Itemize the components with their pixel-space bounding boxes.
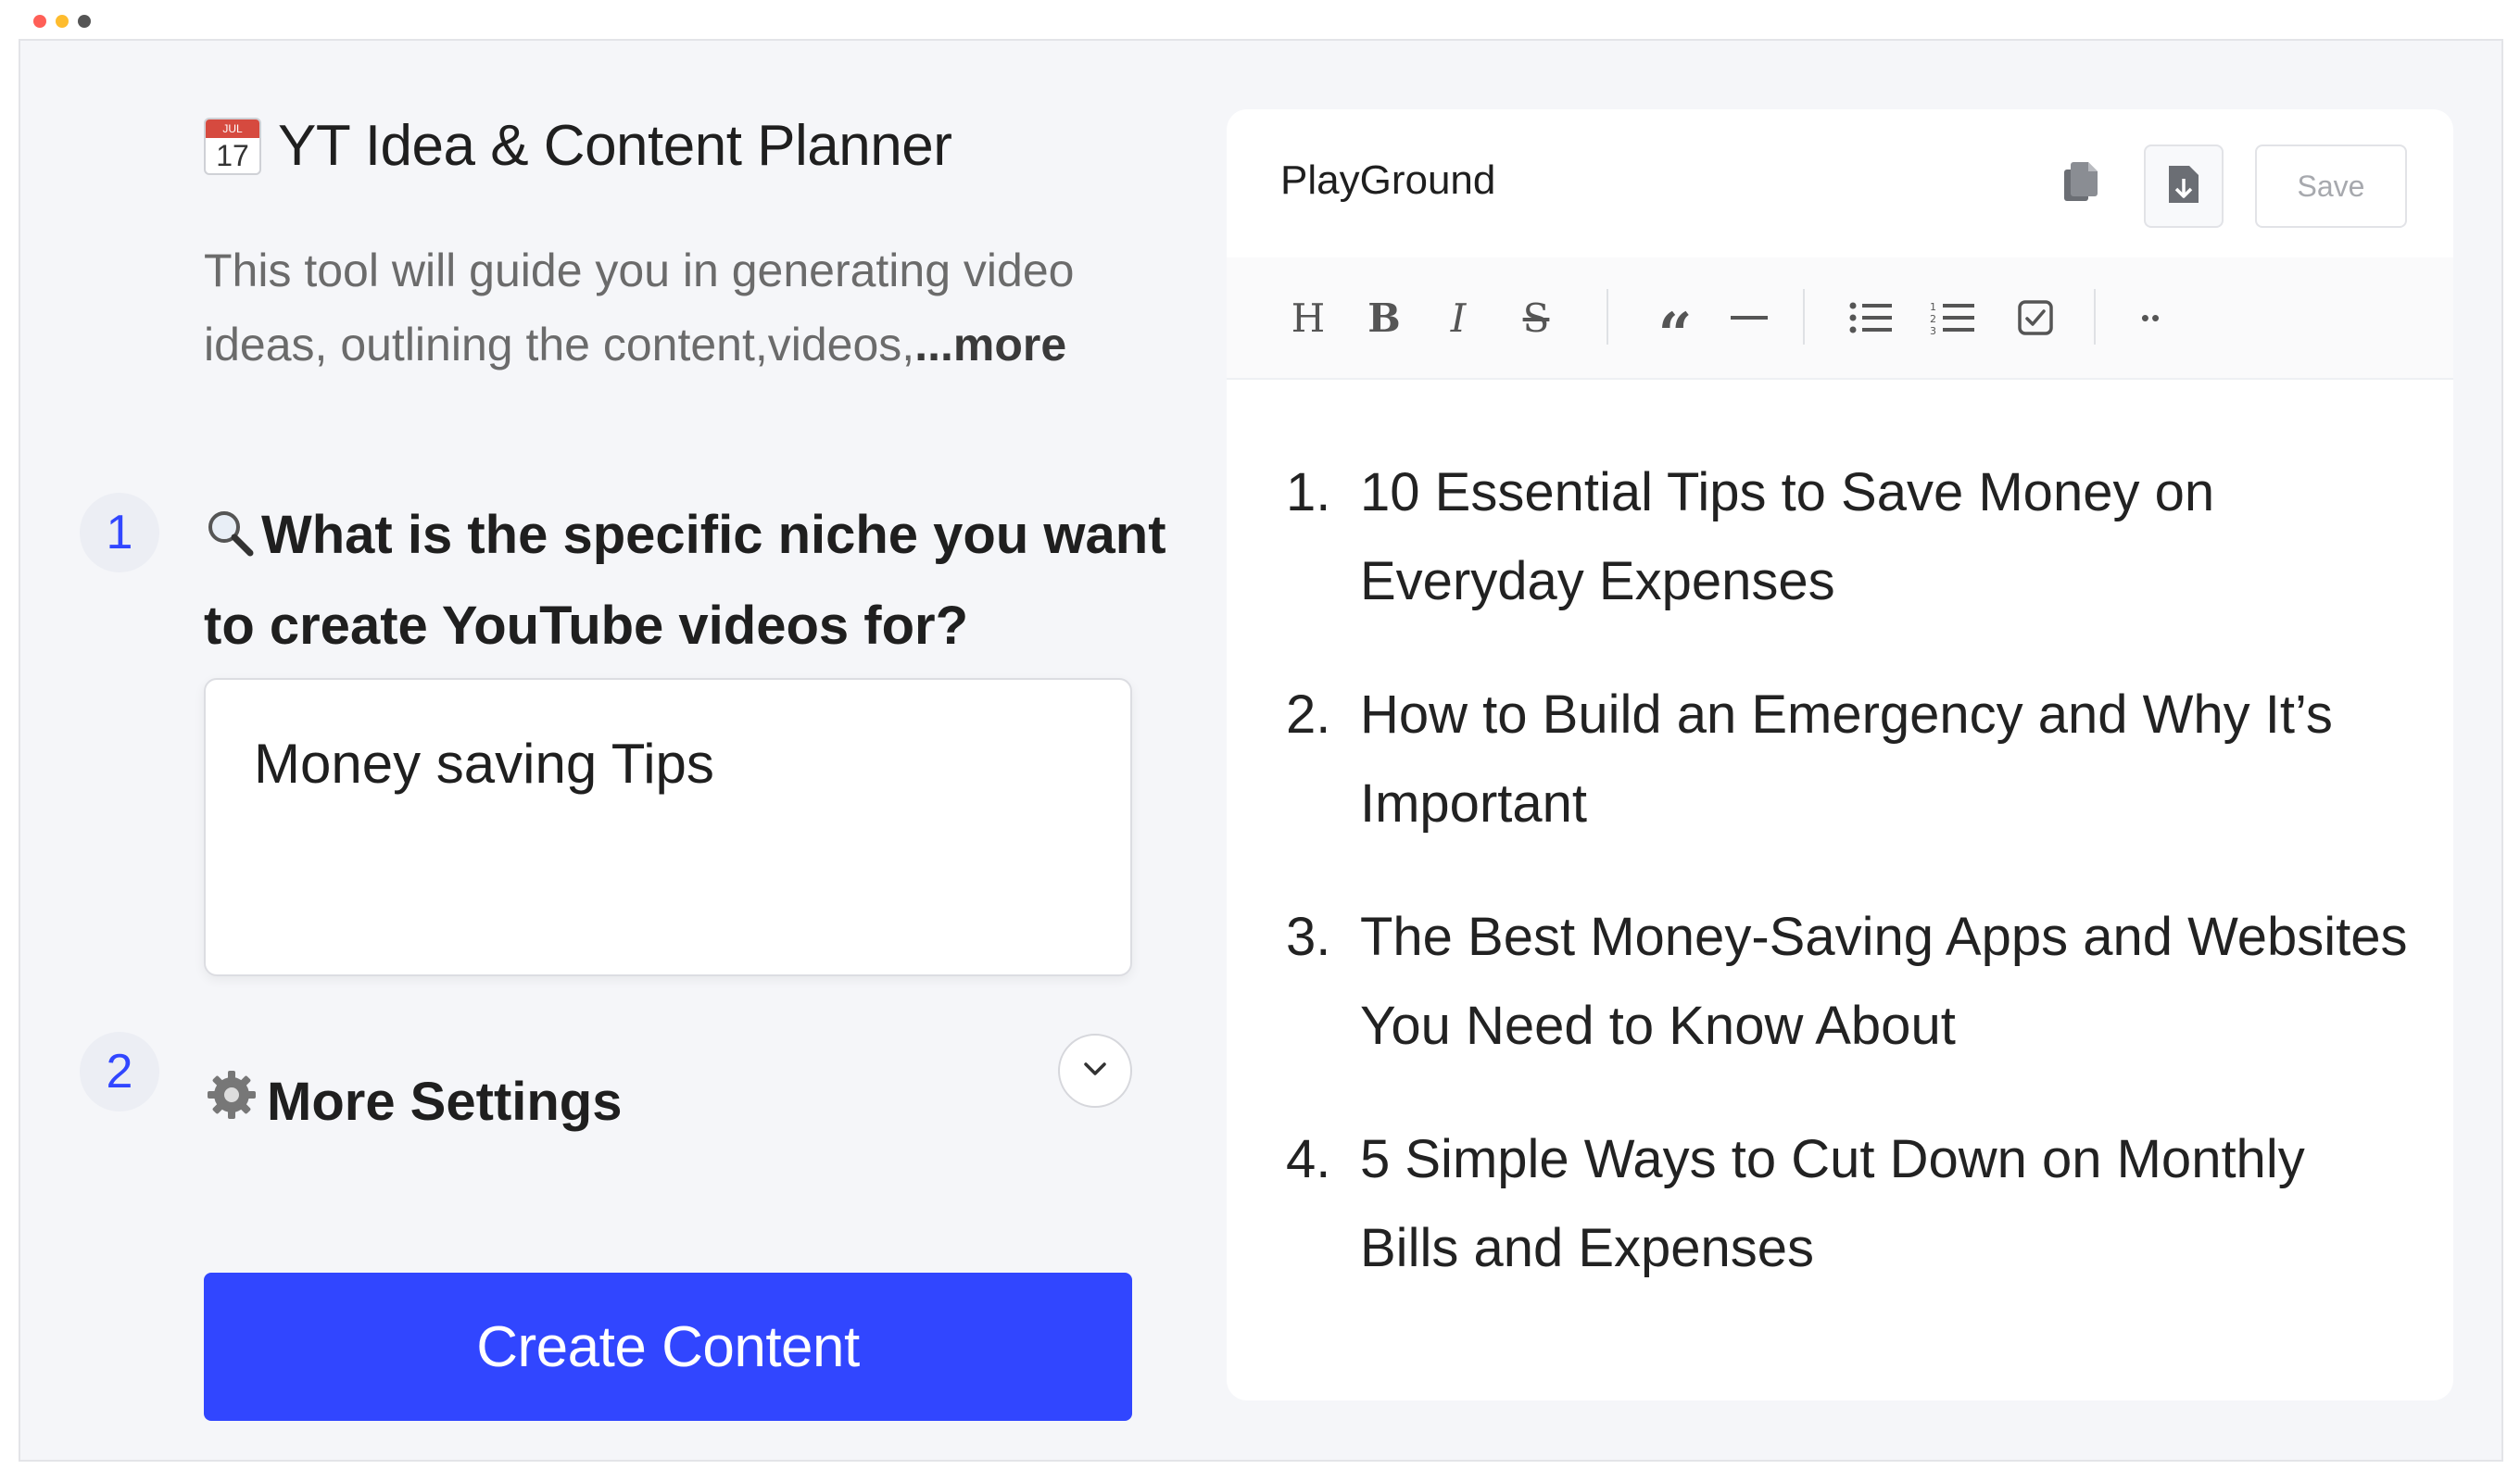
horizontal-rule-icon[interactable] bbox=[1725, 291, 1773, 345]
download-button[interactable] bbox=[2144, 144, 2224, 228]
download-icon bbox=[2165, 162, 2202, 211]
svg-text:1: 1 bbox=[1930, 301, 1936, 313]
list-item-number: 4. bbox=[1286, 1129, 1331, 1189]
chevron-down-icon bbox=[1078, 1052, 1112, 1090]
app-window: JUL 17 YT Idea & Content Planner This to… bbox=[19, 39, 2503, 1462]
editor-toolbar: H B I S “ 1 2 3 •• bbox=[1227, 257, 2453, 380]
list-item-number: 3. bbox=[1286, 907, 1331, 967]
tool-description: This tool will guide you in generating v… bbox=[204, 233, 1149, 382]
expand-settings-button[interactable] bbox=[1058, 1034, 1132, 1108]
window-controls bbox=[33, 15, 91, 28]
copy-icon bbox=[2060, 158, 2101, 209]
heading-icon[interactable]: H bbox=[1286, 291, 1330, 345]
page-title: YT Idea & Content Planner bbox=[278, 114, 952, 178]
italic-icon[interactable]: I bbox=[1436, 291, 1480, 345]
step-number-1: 1 bbox=[80, 493, 159, 572]
playground-panel: PlayGround Save H B I S “ 1 2 3 •• 1. 10… bbox=[1227, 109, 2453, 1400]
minimize-dot[interactable] bbox=[56, 15, 69, 28]
svg-text:3: 3 bbox=[1930, 325, 1936, 335]
more-icon[interactable]: •• bbox=[2127, 291, 2175, 345]
playground-title: PlayGround bbox=[1280, 157, 1496, 203]
svg-text:2: 2 bbox=[1930, 313, 1936, 325]
list-item-number: 2. bbox=[1286, 684, 1331, 745]
toolbar-divider bbox=[2094, 289, 2096, 345]
create-content-button[interactable]: Create Content bbox=[204, 1273, 1132, 1421]
strikethrough-icon[interactable]: S bbox=[1512, 291, 1560, 345]
bullet-list-icon[interactable] bbox=[1846, 291, 1896, 345]
gear-icon bbox=[204, 1067, 259, 1136]
question-text: What is the specific niche you want to c… bbox=[204, 505, 1166, 656]
checkbox-icon[interactable] bbox=[2010, 291, 2060, 345]
app-header: JUL 17 YT Idea & Content Planner bbox=[204, 113, 952, 179]
more-link[interactable]: ...more bbox=[914, 319, 1066, 370]
list-item-text: The Best Money-Saving Apps and Websites … bbox=[1360, 907, 2408, 1056]
list-item-text: 5 Simple Ways to Cut Down on Monthly Bil… bbox=[1360, 1129, 2305, 1278]
toolbar-divider bbox=[1606, 289, 1608, 345]
niche-input[interactable]: Money saving Tips bbox=[204, 678, 1132, 976]
maximize-dot[interactable] bbox=[78, 15, 91, 28]
calendar-icon: JUL 17 bbox=[204, 117, 261, 175]
save-button[interactable]: Save bbox=[2255, 144, 2407, 228]
list-item: 2. How to Build an Emergency and Why It’… bbox=[1286, 671, 2416, 848]
magnifier-icon bbox=[204, 498, 256, 584]
step-question: What is the specific niche you want to c… bbox=[204, 493, 1167, 669]
playground-header: PlayGround Save bbox=[1227, 109, 2453, 259]
close-dot[interactable] bbox=[33, 15, 46, 28]
bold-icon[interactable]: B bbox=[1362, 291, 1406, 345]
more-settings-label: More Settings bbox=[267, 1071, 623, 1132]
step-number-2: 2 bbox=[80, 1032, 159, 1112]
list-item: 1. 10 Essential Tips to Save Money on Ev… bbox=[1286, 448, 2416, 626]
more-settings-toggle[interactable]: More Settings bbox=[204, 1067, 623, 1136]
copy-button[interactable] bbox=[2051, 154, 2110, 213]
quote-icon[interactable]: “ bbox=[1651, 291, 1699, 370]
list-item: 4. 5 Simple Ways to Cut Down on Monthly … bbox=[1286, 1115, 2416, 1293]
list-item-text: How to Build an Emergency and Why It’s I… bbox=[1360, 684, 2333, 834]
editor-content[interactable]: 1. 10 Essential Tips to Save Money on Ev… bbox=[1286, 448, 2416, 1338]
list-item: 3. The Best Money-Saving Apps and Websit… bbox=[1286, 893, 2416, 1071]
list-item-number: 1. bbox=[1286, 462, 1331, 522]
toolbar-divider bbox=[1803, 289, 1805, 345]
ordered-list-icon[interactable]: 1 2 3 bbox=[1927, 291, 1977, 345]
list-item-text: 10 Essential Tips to Save Money on Every… bbox=[1360, 462, 2215, 611]
